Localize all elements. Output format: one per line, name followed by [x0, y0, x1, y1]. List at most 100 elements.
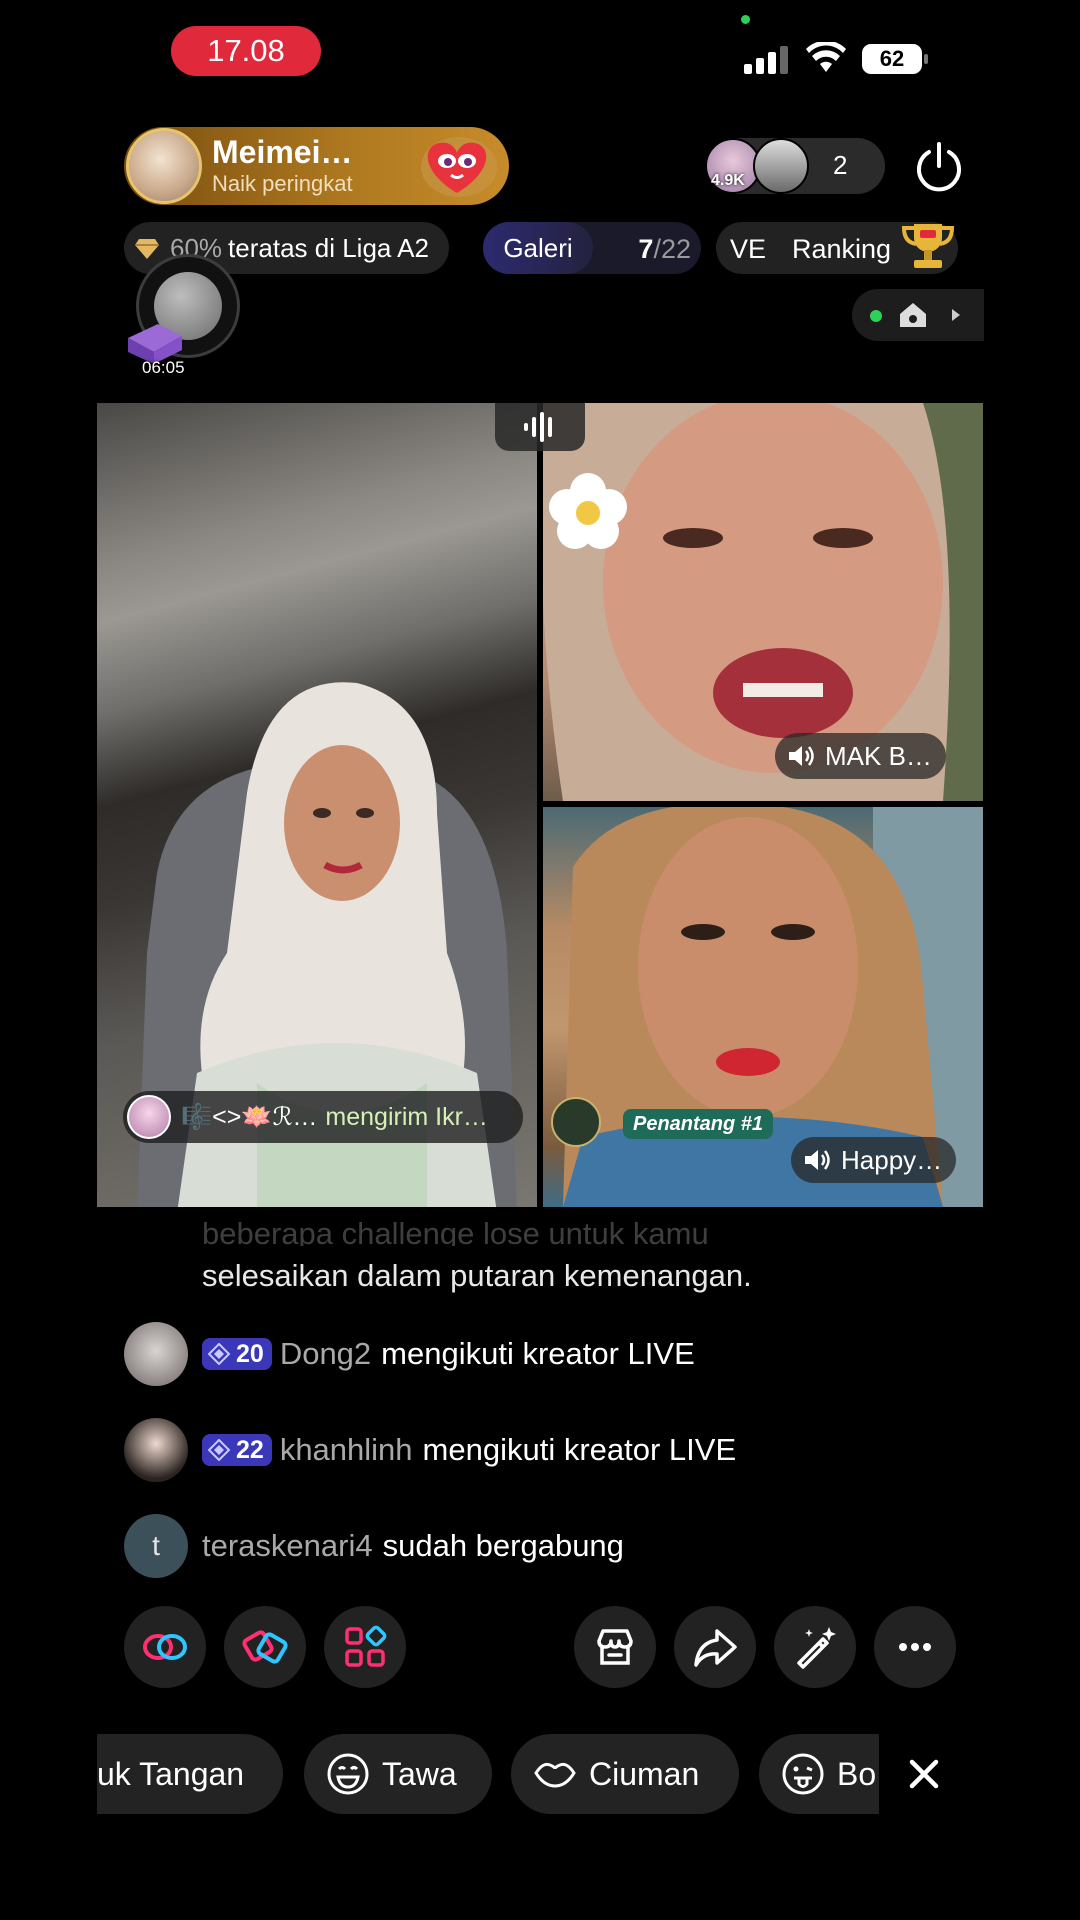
ranking-pill[interactable]: VE Ranking — [716, 222, 958, 274]
chat-row[interactable]: t teraskenari4 sudah bergabung — [124, 1514, 624, 1578]
multi-guest-link-icon — [143, 1634, 187, 1660]
viewer-count: 2 — [833, 150, 848, 180]
viewer-gift-badge: 4.9K — [711, 172, 745, 189]
shop-icon — [597, 1629, 633, 1665]
gift-sender-name: 🎼<>🪷ℛ… — [181, 1103, 318, 1131]
live-status-dot — [870, 310, 882, 322]
chevron-right-icon[interactable] — [950, 307, 962, 323]
chat-message-continuation: selesaikan dalam putaran kemenangan. — [202, 1258, 752, 1293]
features-grid-button[interactable] — [324, 1606, 406, 1688]
host-profile-pill[interactable]: Meimei… Naik peringkat — [124, 127, 509, 205]
chat-avatar[interactable] — [124, 1418, 188, 1482]
quick-reaction-bar: uk Tangan Tawa Ciuman Bo — [97, 1734, 879, 1814]
share-icon — [694, 1629, 737, 1667]
match-battle-button[interactable] — [224, 1606, 306, 1688]
status-time-text: 17.08 — [207, 33, 285, 68]
reaction-kiss-button[interactable]: Ciuman — [511, 1734, 739, 1814]
challenger-badge: Penantang #1 — [623, 1109, 774, 1139]
user-level: 22 — [236, 1435, 264, 1464]
chat-username[interactable]: khanhlinh — [280, 1432, 413, 1468]
magic-wand-icon — [797, 1627, 836, 1669]
user-level: 20 — [236, 1339, 264, 1368]
more-options-button[interactable] — [874, 1606, 956, 1688]
gallery-total: /22 — [653, 234, 691, 264]
wifi-icon — [806, 42, 846, 72]
gift-sender-avatar — [127, 1095, 171, 1139]
gallery-label: Galeri — [483, 222, 593, 274]
gift-action-text: mengirim Ikr… — [325, 1102, 488, 1131]
lips-icon — [534, 1762, 576, 1788]
effects-button[interactable] — [774, 1606, 856, 1688]
gallery-progress: 7/22 — [638, 234, 691, 265]
ranking-prefix: VE — [730, 234, 767, 264]
reaction-tongue-button[interactable]: Bo — [759, 1734, 879, 1814]
gift-notification-banner: 🎼<>🪷ℛ… mengirim Ikr… — [123, 1091, 523, 1143]
floating-widget-timer: 06:05 — [142, 358, 185, 377]
host-subtitle: Naik peringkat — [212, 171, 353, 196]
guest1-name-tag[interactable]: MAK B… — [775, 733, 946, 779]
guest2-name-tag[interactable]: Happy… — [791, 1137, 957, 1183]
reaction-clap-button[interactable]: uk Tangan — [97, 1734, 283, 1814]
link-guest-button[interactable] — [124, 1606, 206, 1688]
reaction-label: Tawa — [382, 1755, 457, 1792]
chat-avatar[interactable]: t — [124, 1514, 188, 1578]
chat-username[interactable]: teraskenari4 — [202, 1528, 373, 1564]
features-grid-icon — [345, 1625, 387, 1667]
battery-indicator: 62 — [862, 44, 928, 74]
chat-message: mengikuti kreator LIVE — [422, 1432, 737, 1467]
shop-button[interactable] — [574, 1606, 656, 1688]
battle-icon — [242, 1630, 288, 1664]
chat-message: sudah bergabung — [382, 1528, 624, 1563]
guest-video-tile-2[interactable]: Penantang #1 Happy… — [543, 807, 983, 1207]
camera-indicator-dot — [741, 15, 750, 24]
top-viewers-pill[interactable]: 4.9K 2 — [705, 138, 885, 194]
close-icon[interactable] — [902, 1752, 946, 1796]
status-time: 17.08 — [171, 26, 321, 76]
tongue-face-icon — [782, 1753, 824, 1795]
league-label: teratas di Liga A2 — [228, 232, 429, 263]
speaker-icon — [805, 1150, 830, 1170]
more-dots-icon — [899, 1643, 931, 1651]
audio-wave-icon — [524, 412, 552, 442]
reaction-label: Ciuman — [589, 1755, 700, 1792]
gallery-current: 7 — [638, 234, 654, 264]
home-icon[interactable] — [898, 301, 928, 329]
trophy-icon — [901, 224, 955, 268]
chat-faded-line: beberapa challenge lose untuk kamu — [202, 1216, 709, 1246]
guest2-name: Happy… — [841, 1144, 943, 1175]
floating-gift-widget[interactable]: 06:05 — [118, 248, 254, 378]
heart-mascot-icon[interactable] — [413, 133, 501, 199]
live-control-pill[interactable] — [852, 289, 984, 341]
user-level-badge: 22 — [202, 1434, 272, 1466]
host-video-tile[interactable]: 🎼<>🪷ℛ… mengirim Ikr… — [97, 403, 537, 1207]
audio-level-tab[interactable] — [495, 403, 585, 451]
reaction-laugh-button[interactable]: Tawa — [304, 1734, 492, 1814]
power-icon[interactable] — [912, 140, 966, 194]
host-name: Meimei… — [212, 134, 353, 170]
gallery-pill[interactable]: Galeri 7/22 — [483, 222, 701, 274]
battery-level: 62 — [879, 46, 905, 71]
reaction-label: Bo — [837, 1755, 877, 1792]
laughing-face-icon — [327, 1753, 369, 1795]
ranking-label: Ranking — [792, 234, 892, 264]
gift-box-icon — [128, 324, 182, 364]
level-diamond-icon — [208, 1439, 230, 1461]
chat-username[interactable]: Dong2 — [280, 1336, 371, 1372]
avatar-initial: t — [152, 1530, 160, 1561]
level-diamond-icon — [208, 1343, 230, 1365]
chat-row[interactable]: 22 khanhlinh mengikuti kreator LIVE — [124, 1418, 736, 1482]
challenger-emblem-icon — [551, 1097, 601, 1147]
chat-message: mengikuti kreator LIVE — [381, 1336, 695, 1371]
user-level-badge: 20 — [202, 1338, 272, 1370]
viewer-avatar[interactable] — [753, 138, 809, 194]
share-button[interactable] — [674, 1606, 756, 1688]
reaction-label: uk Tangan — [97, 1755, 245, 1792]
multi-guest-video-grid: 🎼<>🪷ℛ… mengirim Ikr… MAK B… Penantang #1… — [97, 403, 983, 1207]
cellular-signal-icon — [744, 44, 788, 74]
chat-avatar[interactable] — [124, 1322, 188, 1386]
guest-video-tile-1[interactable]: MAK B… — [543, 403, 983, 801]
guest1-name: MAK B… — [825, 740, 932, 771]
host-avatar[interactable] — [126, 128, 202, 204]
chat-row[interactable]: 20 Dong2 mengikuti kreator LIVE — [124, 1322, 695, 1386]
speaker-icon — [789, 746, 814, 766]
